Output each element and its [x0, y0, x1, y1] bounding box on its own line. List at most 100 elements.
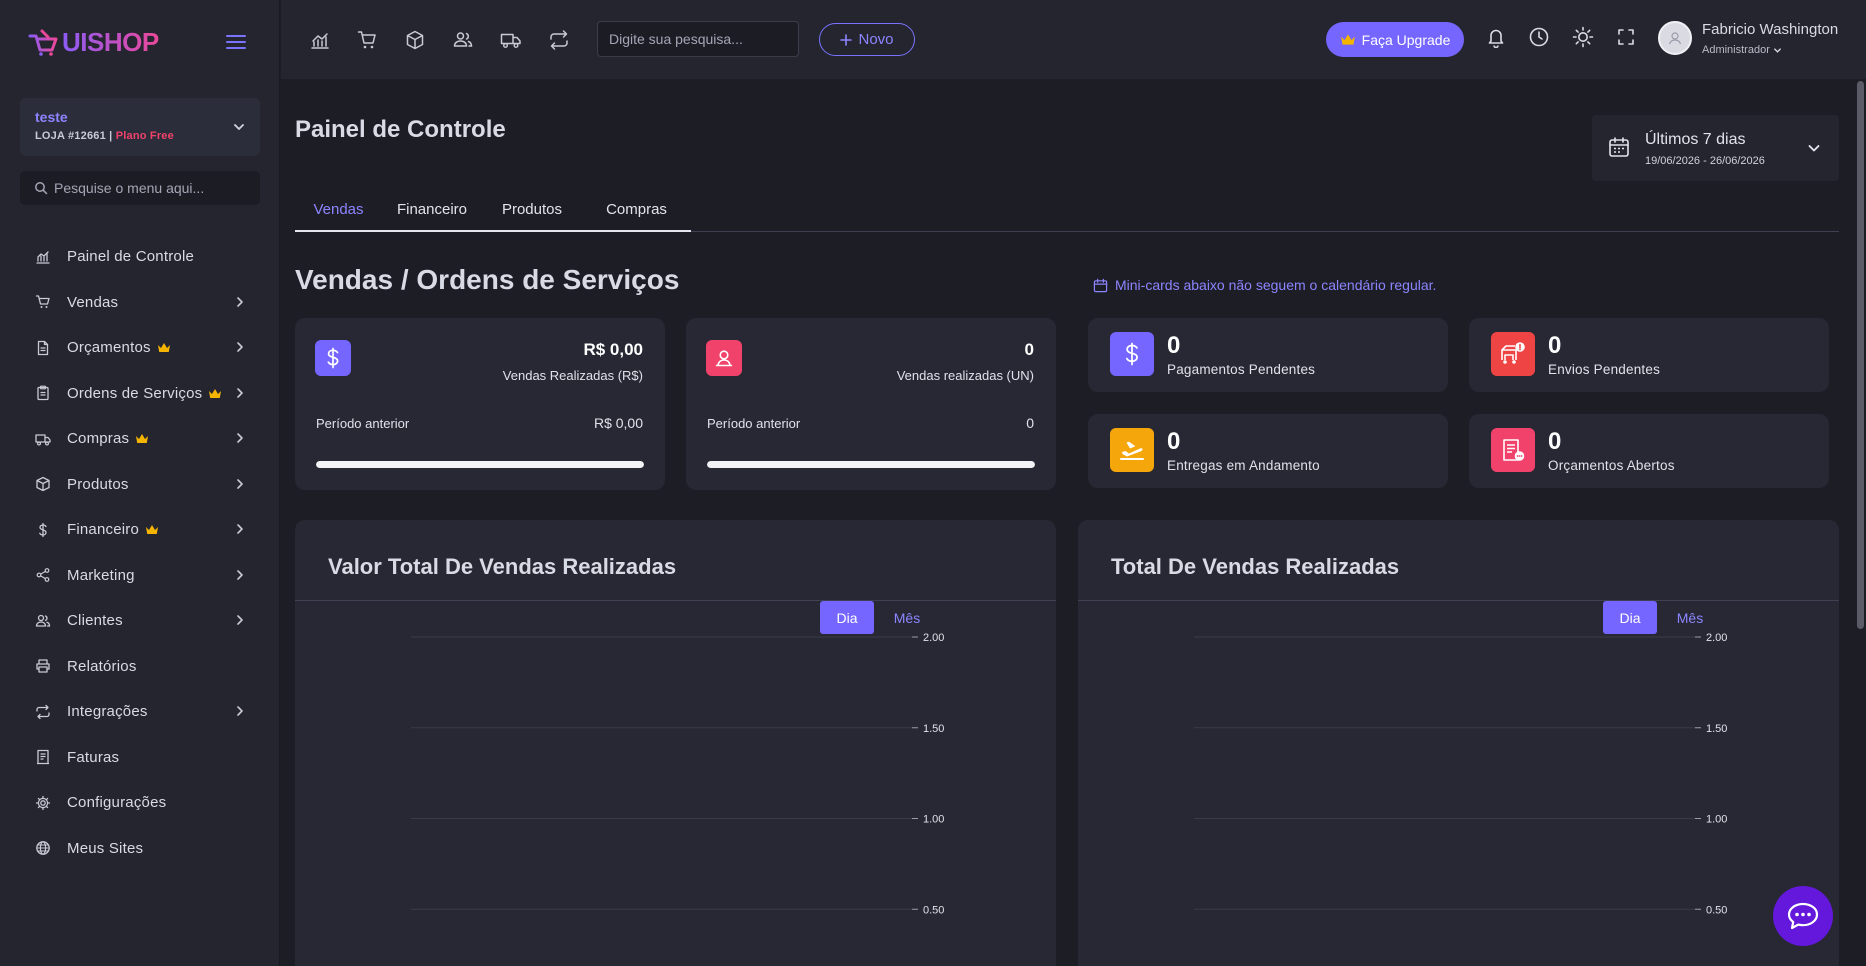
kpi-progress-fill [707, 461, 1035, 468]
dashboard-tabs: Vendas Financeiro Produtos Compras [295, 186, 1839, 232]
crown-icon [157, 343, 170, 353]
chevron-right-icon [237, 387, 243, 398]
chevron-right-icon [237, 478, 243, 489]
user-role-label: Administrador [1702, 44, 1770, 56]
chevron-right-icon [237, 569, 243, 580]
page-title: Painel de Controle [295, 116, 506, 143]
crown-icon [136, 434, 149, 444]
kpi-value: 0 [1024, 340, 1034, 359]
sidebar-item-faturas[interactable]: Faturas [0, 735, 280, 781]
document-icon [37, 340, 49, 355]
scrollbar-thumb[interactable] [1857, 81, 1864, 629]
mini-card-open-quotes[interactable]: 0 Orçamentos Abertos [1469, 414, 1829, 488]
kpi-progress-fill [316, 461, 644, 468]
tab-vendas[interactable]: Vendas [295, 186, 382, 232]
sidebar-item-integracoes[interactable]: Integrações [0, 689, 280, 735]
logo-text: UISHOP [62, 26, 159, 57]
global-search-input[interactable] [609, 31, 789, 47]
chart-card-sales-count: Total De Vendas Realizadas Dia Mês 2.00 1… [1078, 520, 1839, 966]
sidebar: UISHOP teste LOJA #12661 | Plano Free Pa… [0, 0, 280, 966]
sidebar-item-relatorios[interactable]: Relatórios [0, 644, 280, 690]
chart-icon[interactable] [309, 29, 331, 51]
store-selector[interactable]: teste LOJA #12661 | Plano Free [20, 98, 260, 156]
chevron-right-icon [237, 296, 243, 307]
y-tick-label: 0.50 [1706, 904, 1727, 916]
kpi-previous-value: 0 [1026, 415, 1034, 431]
sidebar-item-orcamentos[interactable]: Orçamentos [0, 325, 280, 371]
sidebar-item-marketing[interactable]: Marketing [0, 553, 280, 599]
new-button[interactable]: Novo [819, 23, 915, 56]
mini-card-value: 0 [1548, 332, 1562, 359]
sidebar-item-label: Produtos [67, 475, 129, 493]
sidebar-item-compras[interactable]: Compras [0, 416, 280, 462]
sidebar-item-vendas[interactable]: Vendas [0, 280, 280, 326]
sidebar-item-label: Meus Sites [67, 839, 144, 857]
sidebar-item-ordens-servicos[interactable]: Ordens de Serviços [0, 371, 280, 417]
store-meta: LOJA #12661 | Plano Free [35, 130, 245, 142]
sidebar-item-clientes[interactable]: Clientes [0, 598, 280, 644]
bell-icon[interactable] [1485, 26, 1507, 48]
new-button-label: Novo [858, 31, 894, 48]
kpi-card-sales-value: R$ 0,00 Vendas Realizadas (R$) Período a… [295, 318, 665, 490]
date-range-picker[interactable]: Últimos 7 dias 19/06/2026 - 26/06/2026 [1592, 115, 1839, 181]
user-avatar-icon [1668, 32, 1682, 45]
clock-icon[interactable] [1528, 26, 1550, 48]
tab-indicator [295, 230, 691, 232]
mini-card-value: 0 [1167, 428, 1181, 455]
truck-icon [35, 434, 51, 446]
share-icon [36, 568, 50, 583]
mini-card-deliveries[interactable]: 0 Entregas em Andamento [1088, 414, 1448, 488]
topbar: Novo Faça Upgrade Fabricio Washington Ad… [281, 0, 1866, 79]
plus-icon [840, 33, 853, 46]
sidebar-item-produtos[interactable]: Produtos [0, 462, 280, 508]
sidebar-item-label: Relatórios [67, 657, 137, 675]
dollar-icon [315, 340, 351, 376]
crown-icon [1340, 34, 1355, 45]
plane-departure-icon [1110, 428, 1154, 472]
mini-card-pending-payments[interactable]: 0 Pagamentos Pendentes [1088, 318, 1448, 392]
store-name: teste [35, 109, 68, 125]
sun-icon[interactable] [1572, 26, 1594, 48]
upgrade-button[interactable]: Faça Upgrade [1326, 22, 1464, 57]
y-tick-label: 1.50 [923, 723, 944, 735]
hamburger-menu-icon[interactable] [224, 30, 248, 54]
tab-produtos[interactable]: Produtos [482, 186, 582, 232]
cart-icon[interactable] [356, 29, 378, 51]
mini-card-pending-shipments[interactable]: 0 Envios Pendentes [1469, 318, 1829, 392]
clipboard-icon [37, 385, 49, 401]
mini-cards-note: Mini-cards abaixo não seguem o calendári… [1093, 277, 1436, 293]
tab-financeiro[interactable]: Financeiro [382, 186, 482, 232]
date-range-label: Últimos 7 dias [1645, 131, 1746, 148]
sidebar-item-meus-sites[interactable]: Meus Sites [0, 826, 280, 872]
user-name[interactable]: Fabricio Washington [1702, 21, 1838, 38]
truck-icon[interactable] [500, 29, 522, 51]
sidebar-item-financeiro[interactable]: Financeiro [0, 507, 280, 553]
sidebar-item-label: Ordens de Serviços [67, 384, 203, 402]
chat-button[interactable] [1773, 886, 1833, 946]
globe-icon [36, 841, 50, 856]
mini-card-label: Orçamentos Abertos [1548, 458, 1675, 473]
repeat-icon[interactable] [548, 29, 570, 51]
mini-card-label: Entregas em Andamento [1167, 458, 1320, 473]
sidebar-item-configuracoes[interactable]: Configurações [0, 780, 280, 826]
dollar-icon [1110, 332, 1154, 376]
sidebar-item-label: Faturas [67, 748, 120, 766]
sidebar-item-painel[interactable]: Painel de Controle [0, 234, 280, 280]
avatar[interactable] [1658, 21, 1692, 55]
logo[interactable]: UISHOP [28, 26, 159, 58]
users-icon[interactable] [452, 29, 474, 51]
page-scrollbar[interactable] [1855, 79, 1866, 966]
chevron-right-icon [237, 615, 243, 625]
user-role-dropdown[interactable]: Administrador [1702, 44, 1782, 56]
dollar-icon [39, 522, 47, 537]
tab-compras[interactable]: Compras [582, 186, 691, 232]
box-icon[interactable] [404, 29, 426, 51]
y-tick-label: 2.00 [923, 632, 944, 644]
sidebar-search-input[interactable] [54, 180, 254, 196]
y-tick-label: 1.00 [1706, 814, 1727, 826]
fullscreen-icon[interactable] [1616, 27, 1638, 49]
users-icon [35, 614, 51, 627]
kpi-previous-label: Período anterior [707, 416, 801, 431]
sidebar-item-label: Vendas [67, 293, 119, 311]
mini-card-label: Pagamentos Pendentes [1167, 362, 1316, 377]
